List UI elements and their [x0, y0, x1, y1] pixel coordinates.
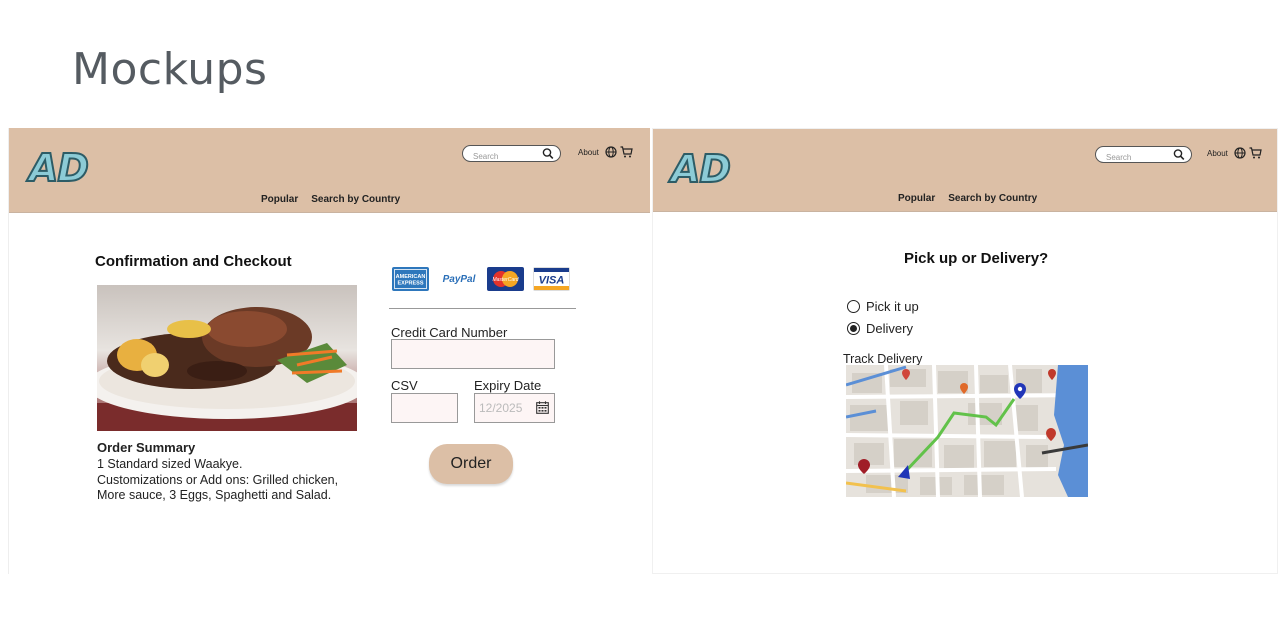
- paypal-logo[interactable]: PayPal: [439, 267, 479, 291]
- radio-dot: [850, 325, 857, 332]
- about-link[interactable]: About: [578, 148, 599, 157]
- expiry-date-label: Expiry Date: [474, 378, 542, 393]
- order-summary-line: More sauce, 3 Eggs, Spaghetti and Salad.: [97, 488, 332, 502]
- order-button[interactable]: Order: [429, 444, 513, 484]
- checkout-title: Confirmation and Checkout: [95, 253, 292, 270]
- search-icon[interactable]: [542, 147, 554, 160]
- order-summary-title: Order Summary: [97, 440, 196, 455]
- search-icon[interactable]: [1173, 148, 1185, 161]
- cart-icon[interactable]: [620, 146, 633, 158]
- nav-popular[interactable]: Popular: [898, 193, 935, 204]
- search-input[interactable]: [1106, 150, 1176, 165]
- nav-search-by-country[interactable]: Search by Country: [311, 194, 400, 205]
- amex-icon: AMERICAN EXPRESS: [394, 269, 427, 289]
- delivery-radio-option[interactable]: Delivery: [847, 321, 913, 336]
- food-photo: [97, 285, 357, 431]
- main-nav: Popular Search by Country: [898, 193, 1050, 204]
- visa-icon: VISA: [534, 268, 569, 290]
- csv-label: CSV: [391, 378, 418, 393]
- mastercard-logo[interactable]: MasterCard: [487, 267, 524, 291]
- divider: [389, 308, 576, 309]
- pickup-radio-option[interactable]: Pick it up: [847, 299, 919, 314]
- search-input[interactable]: [473, 149, 543, 164]
- amex-logo[interactable]: AMERICAN EXPRESS: [392, 267, 429, 291]
- nav-search-by-country[interactable]: Search by Country: [948, 193, 1037, 204]
- svg-text:PayPal: PayPal: [443, 274, 476, 285]
- svg-text:MasterCard: MasterCard: [492, 277, 518, 283]
- site-header: AD About Popular Search by Country: [9, 128, 650, 213]
- radio-button-selected[interactable]: [847, 322, 860, 335]
- credit-card-label: Credit Card Number: [391, 325, 508, 340]
- pickup-label: Pick it up: [866, 299, 919, 314]
- svg-text:VISA: VISA: [539, 275, 565, 287]
- delivery-label: Delivery: [866, 321, 913, 336]
- cart-icon[interactable]: [1249, 147, 1262, 159]
- search-bar[interactable]: [462, 145, 561, 164]
- csv-input[interactable]: [391, 393, 458, 423]
- globe-icon[interactable]: [605, 146, 617, 158]
- paypal-icon: PayPal: [443, 274, 476, 285]
- order-summary-line: Customizations or Add ons: Grilled chick…: [97, 473, 339, 487]
- calendar-icon[interactable]: [536, 401, 549, 414]
- search-bar[interactable]: [1095, 146, 1192, 165]
- credit-card-input[interactable]: [391, 339, 555, 369]
- site-logo[interactable]: AD: [670, 146, 732, 192]
- nav-popular[interactable]: Popular: [261, 194, 298, 205]
- site-header: AD About Popular Search by Country: [653, 129, 1277, 212]
- pickup-delivery-title: Pick up or Delivery?: [904, 250, 1049, 267]
- about-link[interactable]: About: [1207, 149, 1228, 158]
- site-logo[interactable]: AD: [28, 145, 90, 191]
- main-nav: Popular Search by Country: [261, 194, 413, 205]
- slide-title: Mockups: [72, 44, 268, 95]
- delivery-mockup: AD About Popular Search by Country Pick u…: [652, 128, 1278, 574]
- delivery-map[interactable]: [846, 365, 1088, 497]
- radio-button[interactable]: [847, 300, 860, 313]
- mastercard-icon: MasterCard: [492, 271, 519, 287]
- visa-logo[interactable]: VISA: [533, 267, 570, 291]
- track-delivery-label: Track Delivery: [843, 352, 923, 366]
- order-summary-line: 1 Standard sized Waakye.: [97, 457, 243, 471]
- globe-icon[interactable]: [1234, 147, 1246, 159]
- checkout-mockup: AD About Popular Search by Country Confir…: [8, 128, 650, 574]
- amex-text-1: AMERICAN: [396, 274, 426, 280]
- amex-text-2: EXPRESS: [398, 281, 424, 287]
